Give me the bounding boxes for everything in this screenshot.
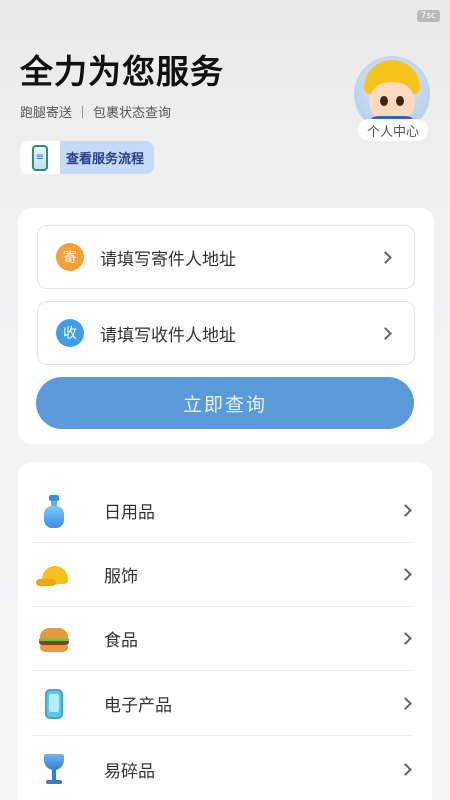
category-item-fragile[interactable]: 易碎品 — [32, 737, 412, 800]
chevron-right-icon — [399, 632, 412, 645]
page-title: 全力为您服务 — [20, 52, 224, 91]
category-list: 日用品 服饰 食品 电子产品 易碎品 — [18, 462, 432, 800]
cap-icon — [36, 557, 72, 593]
receiver-address-placeholder: 请填写收件人地址 — [100, 325, 236, 346]
category-item-food[interactable]: 食品 — [32, 607, 412, 671]
send-badge-icon: 寄 — [56, 243, 84, 271]
header: 全力为您服务 跑腿寄送 包裹状态查询 ≡ 查看服务流程 — [20, 50, 350, 174]
category-label: 电子产品 — [104, 696, 172, 716]
soap-bottle-icon — [36, 493, 72, 529]
view-process-label: 查看服务流程 — [66, 152, 145, 167]
burger-icon — [36, 621, 72, 657]
category-label: 服饰 — [104, 567, 138, 587]
profile-center-label: 个人中心 — [358, 119, 428, 141]
address-card: 寄 请填写寄件人地址 收 请填写收件人地址 立即查询 — [18, 208, 434, 444]
receiver-address-field[interactable]: 收 请填写收件人地址 — [37, 301, 415, 365]
sender-address-field[interactable]: 寄 请填写寄件人地址 — [37, 225, 415, 289]
chevron-right-icon — [399, 697, 412, 710]
category-label: 食品 — [104, 631, 138, 651]
subtitle-errand: 跑腿寄送 — [20, 106, 73, 121]
phone-icon — [36, 686, 72, 722]
chevron-right-icon — [399, 762, 412, 776]
wine-glass-icon — [36, 751, 72, 787]
category-item-daily[interactable]: 日用品 — [32, 479, 412, 543]
category-label: 日用品 — [104, 503, 155, 523]
profile-center-button[interactable]: 个人中心 — [354, 56, 432, 144]
sender-address-placeholder: 请填写寄件人地址 — [100, 249, 236, 270]
chevron-right-icon — [399, 568, 412, 581]
view-process-button[interactable]: ≡ 查看服务流程 — [20, 141, 155, 174]
query-now-button[interactable]: 立即查询 — [36, 377, 414, 429]
category-item-clothing[interactable]: 服饰 — [32, 543, 412, 607]
receive-badge-icon: 收 — [56, 319, 84, 347]
subtitle-divider — [82, 105, 84, 118]
chevron-right-icon — [399, 504, 412, 517]
category-item-electronics[interactable]: 电子产品 — [32, 672, 412, 736]
subtitle-tracking: 包裹状态查询 — [93, 106, 172, 121]
category-label: 易碎品 — [104, 761, 155, 782]
process-icon: ≡ — [20, 141, 60, 174]
timer-badge: 7sc — [416, 10, 440, 22]
chevron-right-icon — [379, 250, 392, 264]
chevron-right-icon — [379, 326, 392, 340]
page-subtitle: 跑腿寄送 包裹状态查询 — [20, 102, 350, 121]
